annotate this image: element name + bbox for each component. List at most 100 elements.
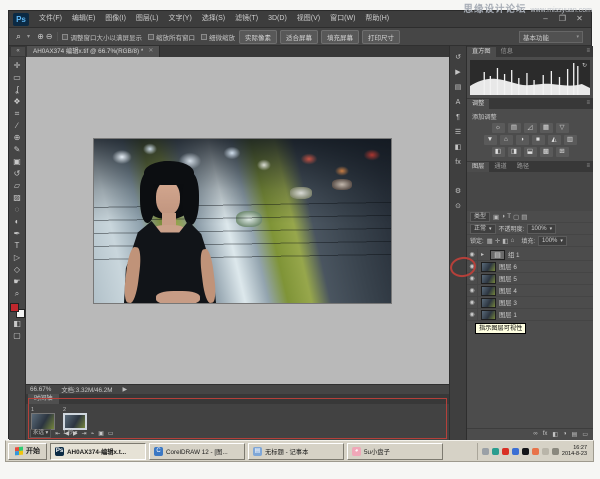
document-image[interactable] bbox=[94, 139, 391, 303]
adjustment-icon[interactable]: ▦ bbox=[540, 123, 553, 133]
layer-thumbnail[interactable] bbox=[481, 298, 496, 308]
layer-row[interactable]: ◉图层 1 bbox=[467, 309, 593, 321]
zoom-level[interactable]: 66.67% bbox=[30, 386, 51, 393]
tab-paths[interactable]: 路径 bbox=[512, 162, 534, 172]
tray-icon[interactable] bbox=[532, 448, 539, 455]
info-panel-icon[interactable]: ⊙ bbox=[451, 201, 465, 212]
dock-collapse-icon[interactable]: « bbox=[11, 47, 25, 56]
blend-mode-dropdown[interactable]: 正常▾ bbox=[470, 224, 496, 234]
taskbar-task[interactable]: CCorelDRAW 12 - [图... bbox=[149, 443, 245, 460]
opacity-value[interactable]: 100%▾ bbox=[527, 224, 556, 234]
tool-preset-caret-icon[interactable]: ▾ bbox=[27, 33, 30, 40]
brush-tool-icon[interactable]: ✎ bbox=[10, 144, 25, 156]
blur-tool-icon[interactable]: ◌ bbox=[10, 204, 25, 216]
add-mask-icon[interactable]: ◧ bbox=[552, 431, 558, 438]
panel-menu-icon[interactable]: ≡ bbox=[586, 100, 590, 106]
history-brush-tool-icon[interactable]: ↺ bbox=[10, 168, 25, 180]
menu-item-L[interactable]: 图层(L) bbox=[131, 11, 164, 27]
eye-icon[interactable]: ◉ bbox=[467, 309, 478, 321]
styles-panel-icon[interactable]: ☰ bbox=[451, 127, 465, 138]
eye-icon[interactable]: ◉ bbox=[467, 297, 478, 309]
rect-marquee-tool-icon[interactable]: ▭ bbox=[10, 72, 25, 84]
settings-panel-icon[interactable]: ⚙ bbox=[451, 186, 465, 197]
tray-icon[interactable] bbox=[522, 448, 529, 455]
filter-icon[interactable]: ▤ bbox=[521, 213, 527, 221]
eye-icon[interactable]: ◉ bbox=[467, 249, 478, 261]
eye-icon[interactable]: ◉ bbox=[467, 261, 478, 273]
close-tab-icon[interactable]: ✕ bbox=[148, 46, 153, 57]
taskbar-task[interactable]: ▤无标题 - 记事本 bbox=[248, 443, 344, 460]
menu-item-W[interactable]: 窗口(W) bbox=[325, 11, 360, 27]
status-options-arrow-icon[interactable]: ▶ bbox=[122, 386, 127, 393]
crop-tool-icon[interactable]: ⌗ bbox=[10, 108, 25, 120]
menu-item-T[interactable]: 滤镜(T) bbox=[230, 11, 263, 27]
checkbox-icon[interactable] bbox=[148, 34, 154, 40]
filter-icon[interactable]: ▢ bbox=[513, 213, 519, 221]
type-tool-icon[interactable]: T bbox=[10, 240, 25, 252]
tab-histogram[interactable]: 直方图 bbox=[467, 47, 496, 57]
layer-thumbnail[interactable] bbox=[481, 262, 496, 272]
move-tool-icon[interactable]: ✛ bbox=[10, 60, 25, 72]
adjustment-icon[interactable]: ⌂ bbox=[500, 135, 513, 145]
foreground-color-swatch[interactable] bbox=[10, 303, 19, 312]
prev-frame-button[interactable]: ◀ bbox=[64, 430, 69, 438]
checkbox-icon[interactable] bbox=[62, 34, 68, 40]
adjustment-icon[interactable]: ▩ bbox=[540, 147, 553, 157]
effects-panel-icon[interactable]: fx bbox=[451, 157, 465, 168]
options-button-实际像素[interactable]: 实际像素 bbox=[239, 30, 277, 44]
tab-info[interactable]: 信息 bbox=[496, 47, 518, 57]
tween-button[interactable]: ⌁ bbox=[91, 430, 95, 438]
properties-panel-icon[interactable]: ▤ bbox=[451, 82, 465, 93]
tray-icon[interactable] bbox=[552, 448, 559, 455]
filter-type-dropdown[interactable]: 类型 bbox=[470, 212, 490, 222]
option-checkbox[interactable]: 细微缩放 bbox=[201, 32, 235, 42]
dodge-tool-icon[interactable]: ◐ bbox=[10, 216, 25, 228]
first-frame-button[interactable]: ⇤ bbox=[55, 430, 60, 438]
adjustment-icon[interactable]: ⬓ bbox=[524, 147, 537, 157]
adjustment-icon[interactable]: ◭ bbox=[548, 135, 561, 145]
menu-item-F[interactable]: 文件(F) bbox=[34, 11, 67, 27]
layer-row[interactable]: ◉图层 4 bbox=[467, 285, 593, 297]
menu-item-I[interactable]: 图像(I) bbox=[100, 11, 131, 27]
layer-row[interactable]: ◉图层 6 bbox=[467, 261, 593, 273]
eraser-tool-icon[interactable]: ▱ bbox=[10, 180, 25, 192]
expander-icon[interactable]: ▸ bbox=[481, 251, 487, 258]
tab-channels[interactable]: 通道 bbox=[489, 162, 511, 172]
options-button-适合屏幕[interactable]: 适合屏幕 bbox=[280, 30, 318, 44]
lock-icon[interactable]: ✛ bbox=[495, 237, 500, 245]
link-layers-icon[interactable]: ∞ bbox=[533, 431, 537, 437]
layer-thumbnail[interactable] bbox=[481, 310, 496, 320]
document-tab[interactable]: AH0AX374 编辑x.tif @ 66.7%(RGB/8) * ✕ bbox=[27, 46, 160, 57]
adjustment-icon[interactable]: ◨ bbox=[508, 147, 521, 157]
tray-icon[interactable] bbox=[512, 448, 519, 455]
adjustment-icon[interactable]: ◑ bbox=[516, 135, 529, 145]
tray-icon[interactable] bbox=[542, 448, 549, 455]
healing-brush-tool-icon[interactable]: ⊕ bbox=[10, 132, 25, 144]
refresh-histogram-icon[interactable]: ↻ bbox=[582, 62, 587, 69]
eyedropper-tool-icon[interactable]: ∕ bbox=[10, 120, 25, 132]
tab-adjustments[interactable]: 调整 bbox=[467, 99, 489, 109]
menu-item-Y[interactable]: 文字(Y) bbox=[163, 11, 196, 27]
adjustment-icon[interactable]: ⊞ bbox=[556, 147, 569, 157]
timeline-tab[interactable]: 时间轴 bbox=[28, 394, 59, 404]
tray-icon[interactable] bbox=[482, 448, 489, 455]
adjustment-icon[interactable]: ■ bbox=[532, 135, 545, 145]
duplicate-frame-button[interactable]: ▣ bbox=[98, 430, 104, 438]
eye-icon[interactable]: ◉ bbox=[467, 285, 478, 297]
quick-mask-icon[interactable]: ◧ bbox=[10, 318, 25, 330]
clone-stamp-tool-icon[interactable]: ▣ bbox=[10, 156, 25, 168]
panel-menu-icon[interactable]: ≡ bbox=[586, 163, 590, 169]
options-button-打印尺寸[interactable]: 打印尺寸 bbox=[362, 30, 400, 44]
layer-row[interactable]: ◉▸▤组 1 bbox=[467, 249, 593, 261]
frame-thumbnail[interactable] bbox=[31, 413, 55, 430]
workspace-switcher[interactable]: 基本功能 ▾ bbox=[519, 31, 583, 43]
pen-tool-icon[interactable]: ✒ bbox=[10, 228, 25, 240]
delete-layer-icon[interactable]: ▭ bbox=[582, 431, 588, 438]
hand-tool-icon[interactable]: ☛ bbox=[10, 276, 25, 288]
adjustment-icon[interactable]: ▤ bbox=[508, 123, 521, 133]
quick-select-tool-icon[interactable]: ❖ bbox=[10, 96, 25, 108]
start-button[interactable]: 开始 bbox=[8, 443, 47, 460]
loop-selector[interactable]: 永远 ▾ bbox=[30, 429, 51, 438]
layer-thumbnail[interactable] bbox=[481, 286, 496, 296]
option-checkbox[interactable]: 调整窗口大小以满屏显示 bbox=[62, 32, 142, 42]
